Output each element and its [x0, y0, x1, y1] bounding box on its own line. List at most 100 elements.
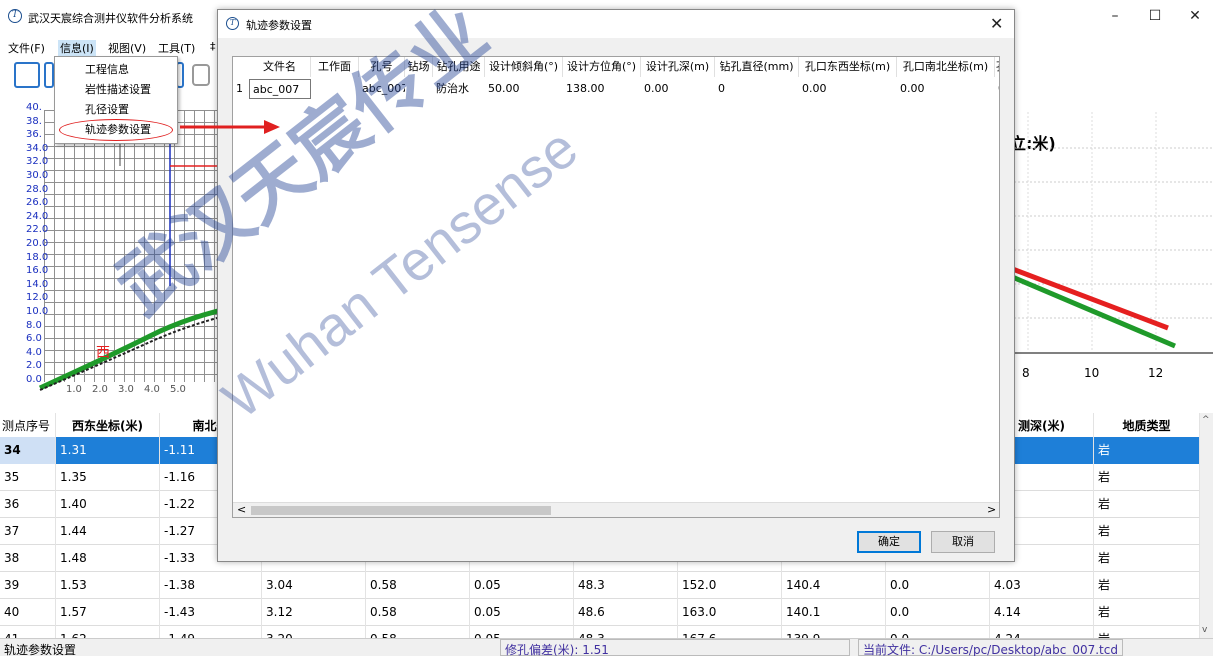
dialog-close-button[interactable]: ✕	[990, 14, 1003, 33]
grid-column-header[interactable]: 设计倾斜角(°)	[485, 57, 563, 77]
row-index[interactable]: 39	[0, 572, 56, 599]
menu-more[interactable]: ‡	[210, 40, 216, 53]
table-cell[interactable]: 4.03	[990, 572, 1094, 599]
table-cell[interactable]: 140.4	[782, 572, 886, 599]
table-cell[interactable]: 岩	[1094, 572, 1200, 599]
grid-cell[interactable]: 0.00	[799, 79, 897, 99]
column-header[interactable]: 西东坐标(米)	[56, 413, 160, 440]
table-cell[interactable]: -1.43	[160, 599, 262, 626]
scroll-thumb[interactable]	[251, 506, 551, 515]
table-row[interactable]: 411.62-1.493.200.580.0548.3167.6139.90.0…	[0, 626, 1200, 638]
grid-cell[interactable]	[311, 79, 359, 99]
table-cell[interactable]: 0.0	[886, 572, 990, 599]
table-cell[interactable]: 48.6	[574, 599, 678, 626]
table-cell[interactable]: 0.05	[470, 599, 574, 626]
table-cell[interactable]: 1.57	[56, 599, 160, 626]
menu-item-lithology-settings[interactable]: 岩性描述设置	[85, 81, 151, 99]
table-cell[interactable]: 岩	[1094, 491, 1200, 518]
open-file-icon[interactable]	[44, 62, 54, 88]
grid-cell[interactable]: 0	[995, 79, 999, 99]
grid-cell[interactable]: 0.00	[641, 79, 715, 99]
table-cell[interactable]: 0.0	[886, 599, 990, 626]
table-cell[interactable]: 岩	[1094, 599, 1200, 626]
table-cell[interactable]: 岩	[1094, 518, 1200, 545]
table-cell[interactable]: 1.40	[56, 491, 160, 518]
cancel-button[interactable]: 取消	[931, 531, 995, 553]
table-cell[interactable]: 1.53	[56, 572, 160, 599]
table-cell[interactable]: 岩	[1094, 545, 1200, 572]
menu-view[interactable]: 视图(V)	[108, 40, 146, 56]
grid-cell[interactable]: abc_007	[249, 79, 311, 99]
row-index[interactable]: 40	[0, 599, 56, 626]
new-file-icon[interactable]	[14, 62, 40, 88]
table-row[interactable]: 40 1.57 -1.43 3.12 0.58 0.05 48.6 163.0 140.1 0.0…	[0, 599, 1200, 626]
table-row[interactable]: 39 1.53 -1.38 3.04 0.58 0.05 48.3 152.0 140.4 0.0…	[0, 572, 1200, 599]
table-cell[interactable]: 3.04	[262, 572, 366, 599]
grid-column-header[interactable]: 钻孔直径(mm)	[715, 57, 799, 77]
scroll-left-button[interactable]: <	[237, 503, 246, 516]
table-cell[interactable]: 139.9	[782, 626, 886, 638]
table-cell[interactable]: 140.1	[782, 599, 886, 626]
table-cell[interactable]: 0.05	[470, 626, 574, 638]
grid-horizontal-scrollbar[interactable]: < >	[233, 502, 999, 517]
menu-info[interactable]: 信息(I)	[58, 40, 96, 56]
table-cell[interactable]: 岩	[1094, 464, 1200, 491]
scroll-right-button[interactable]: >	[987, 503, 996, 516]
table-cell[interactable]: 152.0	[678, 572, 782, 599]
grid-cell[interactable]: 0	[715, 79, 799, 99]
table-cell[interactable]: 3.20	[262, 626, 366, 638]
row-index[interactable]: 35	[0, 464, 56, 491]
column-header[interactable]: 测点序号	[0, 413, 56, 440]
grid-cell[interactable]: 0.00	[897, 79, 995, 99]
grid-cell[interactable]: 防治水	[433, 79, 485, 99]
table-cell[interactable]: 1.48	[56, 545, 160, 572]
grid-cell[interactable]: 138.00	[563, 79, 641, 99]
table-cell[interactable]: 3.12	[262, 599, 366, 626]
ok-button[interactable]: 确定	[857, 531, 921, 553]
grid-cell[interactable]	[405, 79, 433, 99]
table-cell[interactable]: 48.3	[574, 626, 678, 638]
grid-column-header[interactable]: 孔口东西坐标(m)	[799, 57, 897, 77]
row-index[interactable]: 34	[0, 437, 56, 464]
grid-column-header[interactable]: 孔	[995, 57, 999, 77]
print-icon[interactable]	[192, 64, 210, 86]
table-cell[interactable]: 1.31	[56, 437, 160, 464]
grid-column-header[interactable]: 文件名	[249, 57, 311, 77]
table-cell[interactable]: 岩	[1094, 437, 1200, 464]
row-index[interactable]: 41	[0, 626, 56, 638]
table-cell[interactable]: 0.58	[366, 599, 470, 626]
menu-tools[interactable]: 工具(T)	[158, 40, 195, 56]
table-vertical-scrollbar[interactable]: ^ v	[1200, 413, 1213, 638]
table-cell[interactable]: 岩	[1094, 626, 1200, 638]
close-button[interactable]: ✕	[1180, 8, 1210, 28]
maximize-button[interactable]: ☐	[1140, 8, 1170, 28]
table-cell[interactable]: 1.62	[56, 626, 160, 638]
grid-row[interactable]: 1 abc_007 abc_007 防治水 50.00 138.00 0.00 0 0.00 0.…	[233, 79, 999, 99]
table-cell[interactable]: 1.44	[56, 518, 160, 545]
grid-cell[interactable]: abc_007	[359, 79, 405, 99]
grid-column-header[interactable]: 钻孔用途	[433, 57, 485, 77]
column-header[interactable]: 地质类型	[1094, 413, 1200, 440]
row-index[interactable]: 37	[0, 518, 56, 545]
table-cell[interactable]: 0.58	[366, 626, 470, 638]
grid-column-header[interactable]: 孔口南北坐标(m)	[897, 57, 995, 77]
menu-item-project-info[interactable]: 工程信息	[85, 61, 129, 79]
table-cell[interactable]: 163.0	[678, 599, 782, 626]
grid-column-header[interactable]: 设计孔深(m)	[641, 57, 715, 77]
table-cell[interactable]: 1.35	[56, 464, 160, 491]
table-cell[interactable]: -1.49	[160, 626, 262, 638]
grid-column-header[interactable]: 孔号	[359, 57, 405, 77]
grid-column-header[interactable]: 工作面	[311, 57, 359, 77]
row-index[interactable]: 36	[0, 491, 56, 518]
table-cell[interactable]: 48.3	[574, 572, 678, 599]
table-cell[interactable]: -1.38	[160, 572, 262, 599]
table-cell[interactable]: 4.14	[990, 599, 1094, 626]
table-cell[interactable]: 0.0	[886, 626, 990, 638]
grid-column-header[interactable]: 设计方位角(°)	[563, 57, 641, 77]
menu-item-borehole-diameter[interactable]: 孔径设置	[85, 101, 129, 119]
table-cell[interactable]: 0.58	[366, 572, 470, 599]
minimize-button[interactable]: –	[1100, 8, 1130, 28]
grid-cell[interactable]: 50.00	[485, 79, 563, 99]
row-index[interactable]: 38	[0, 545, 56, 572]
table-cell[interactable]: 167.6	[678, 626, 782, 638]
